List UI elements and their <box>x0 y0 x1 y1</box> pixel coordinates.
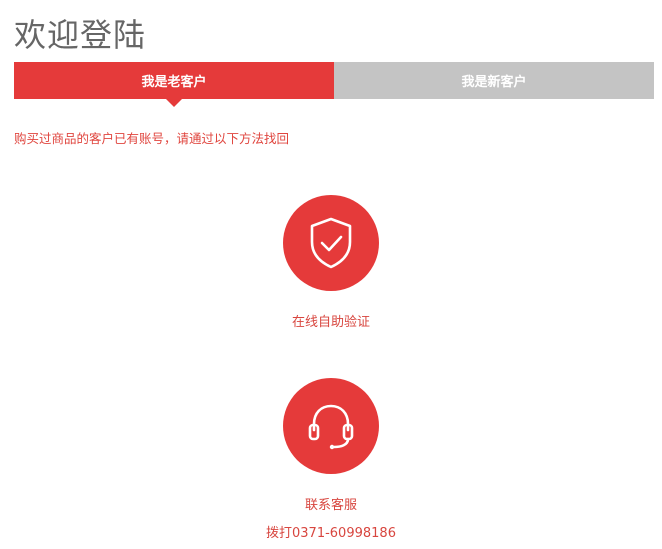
customer-service-option: 联系客服 拨打0371-60998186 <box>0 378 662 541</box>
customer-service-label: 联系客服 <box>304 498 357 513</box>
online-verify-option: 在线自助验证 <box>0 195 662 330</box>
headset-icon <box>308 404 354 450</box>
online-verify-label: 在线自助验证 <box>291 315 370 330</box>
tab-active-pointer <box>166 99 182 107</box>
customer-tabs: 我是老客户 我是新客户 <box>14 62 654 107</box>
customer-service-button[interactable] <box>283 378 379 474</box>
tab-new-customer[interactable]: 我是新客户 <box>334 62 654 99</box>
service-phone-number[interactable]: 拨打0371-60998186 <box>266 522 396 541</box>
tab-existing-customer-label: 我是老客户 <box>141 75 207 90</box>
recovery-hint: 购买过商品的客户已有账号，请通过以下方法找回 <box>14 131 290 146</box>
page-title: 欢迎登陆 <box>14 16 147 54</box>
online-verify-button[interactable] <box>283 195 379 291</box>
shield-check-icon <box>310 217 352 269</box>
tab-existing-customer[interactable]: 我是老客户 <box>14 62 334 107</box>
tab-new-customer-label: 我是新客户 <box>461 75 527 90</box>
